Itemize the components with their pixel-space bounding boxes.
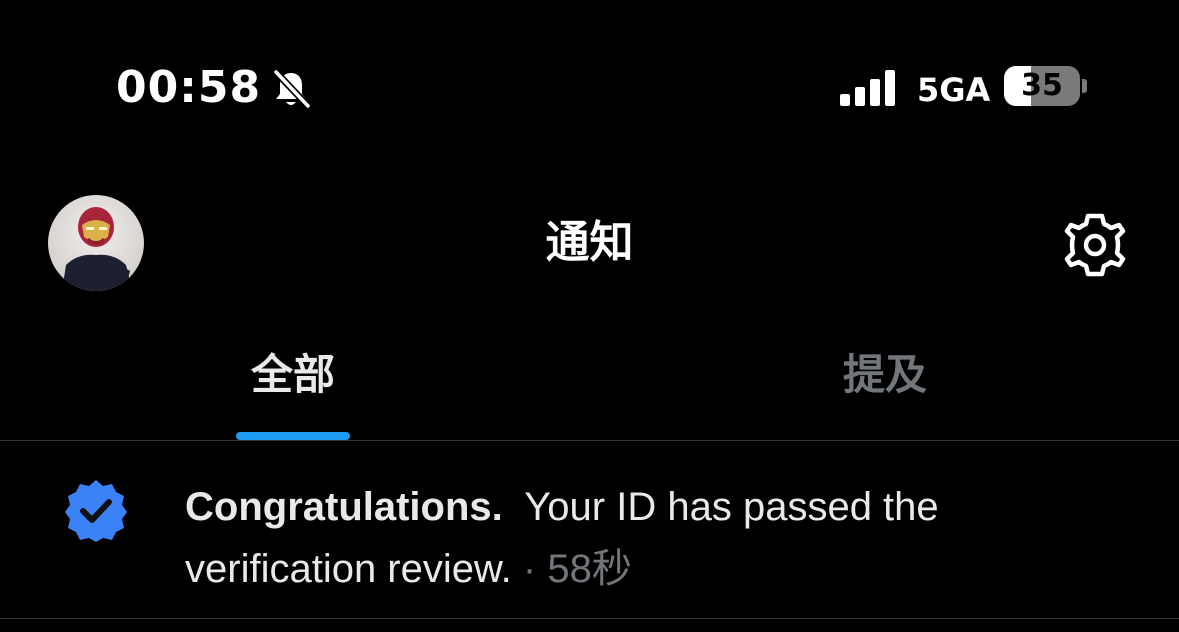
battery-icon: 35 [1004, 66, 1080, 106]
active-tab-indicator [236, 432, 350, 440]
battery-cap [1082, 79, 1087, 93]
page-title: 通知 [545, 217, 634, 268]
tab-mentions[interactable]: 提及 [828, 346, 942, 404]
notification-title: Congratulations. [185, 485, 503, 529]
item-divider [0, 618, 1179, 619]
verified-badge-icon [65, 480, 127, 542]
network-type: 5GA [917, 71, 991, 109]
gear-icon[interactable] [1060, 210, 1130, 280]
signal-bars-icon [840, 70, 895, 106]
battery-level: 35 [1021, 68, 1063, 103]
tab-all[interactable]: 全部 [236, 346, 350, 404]
notification-time: 58秒 [547, 547, 632, 591]
notifications-screen: 00:58 5GA 35 通知 全部 提及 Congratulations. Y… [0, 0, 1179, 632]
tabs-divider [0, 440, 1179, 441]
notification-separator: · [522, 547, 537, 591]
bell-slash-icon [273, 69, 311, 109]
status-time: 00:58 [116, 62, 262, 113]
notification-item[interactable]: Congratulations. Your ID has passed the … [185, 476, 1085, 600]
